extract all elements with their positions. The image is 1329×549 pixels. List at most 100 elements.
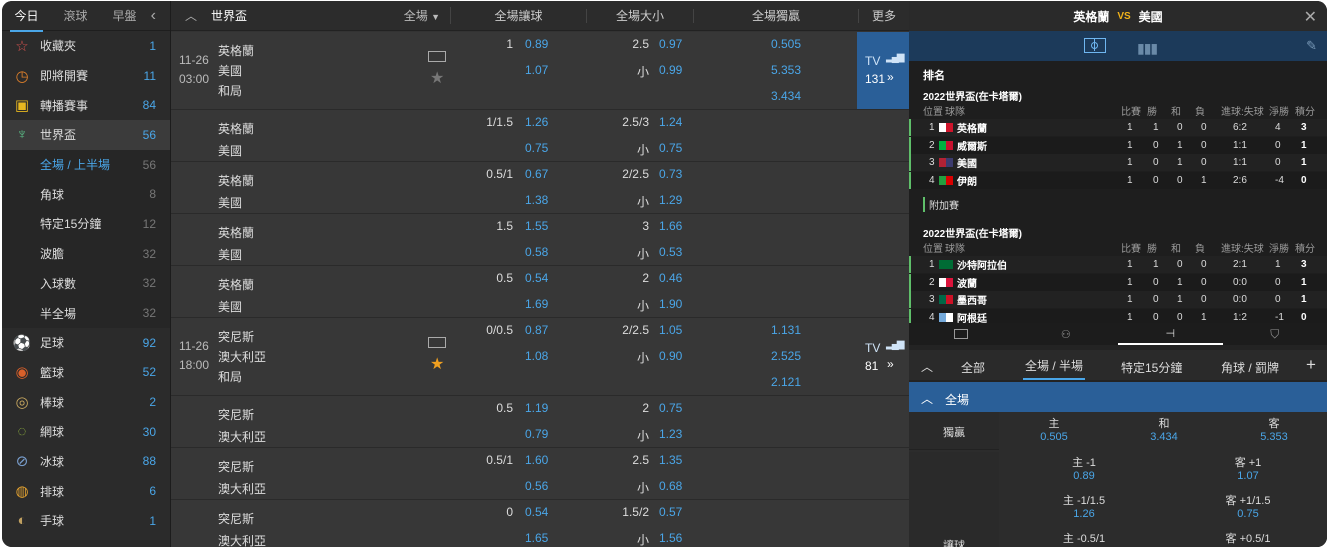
standings-row[interactable]: 3 美國 1 0 1 0 1:1 0 1 xyxy=(909,154,1327,171)
handicap-home-odds[interactable]: 1.26 xyxy=(525,115,548,129)
section-fulltime[interactable]: ︿ 全場 xyxy=(909,382,1327,412)
tab-today[interactable]: 今日 xyxy=(2,7,51,32)
sidebar-item[interactable]: ♆ 世界盃 56 xyxy=(2,120,170,150)
standings-row[interactable]: 2 威爾斯 1 0 1 0 1:1 0 1 xyxy=(909,136,1327,154)
under-odds[interactable]: 1.90 xyxy=(659,297,682,311)
standings-row[interactable]: 3 墨西哥 1 0 1 0 0:0 0 1 xyxy=(909,291,1327,308)
pin-icon[interactable]: ✎ xyxy=(1306,38,1317,54)
over-odds[interactable]: 1.05 xyxy=(659,323,682,337)
under-odds[interactable]: 0.99 xyxy=(659,63,682,77)
over-odds[interactable]: 1.66 xyxy=(659,219,682,233)
sidebar-sport[interactable]: ◍ 排球 6 xyxy=(2,476,170,506)
collapse-sidebar-icon[interactable]: ‹ xyxy=(151,7,156,25)
handicap-away-odds[interactable]: 1.08 xyxy=(525,349,548,363)
handicap-away-odds[interactable]: 1.65 xyxy=(525,531,548,545)
under-odds[interactable]: 0.68 xyxy=(659,479,682,493)
standings-row[interactable]: 1 沙特阿拉伯 1 1 0 0 2:1 1 3 xyxy=(909,256,1327,273)
win-draw[interactable]: 2.121 xyxy=(771,375,801,389)
standings-row[interactable]: 4 伊朗 1 0 0 1 2:6 -4 0 xyxy=(909,171,1327,189)
favorite-star-icon[interactable]: ★ xyxy=(430,354,444,374)
field-icon[interactable] xyxy=(428,337,446,348)
handicap-home-odds[interactable]: 1.55 xyxy=(525,219,548,233)
sidebar-sport[interactable]: ◉ 籃球 52 xyxy=(2,358,170,388)
win-away[interactable]: 2.525 xyxy=(771,349,801,363)
tv-more-button[interactable]: TV ▂▄▆ 81 » xyxy=(857,318,909,395)
under-odds[interactable]: 0.90 xyxy=(659,349,682,363)
tab-15min[interactable]: 特定15分鐘 xyxy=(1121,359,1182,376)
over-odds[interactable]: 0.73 xyxy=(659,167,682,181)
hdp-away-cell[interactable]: 客 +1 1.07 xyxy=(1193,454,1303,482)
under-odds[interactable]: 0.53 xyxy=(659,245,682,259)
over-odds[interactable]: 0.57 xyxy=(659,505,682,519)
lineup-tab-icon[interactable]: ⚇ xyxy=(1014,323,1119,345)
favorite-star-icon[interactable]: ★ xyxy=(430,68,444,88)
market-filter-dropdown[interactable]: 全場 ▼ xyxy=(391,7,451,24)
sidebar-subitem[interactable]: 半全場 32 xyxy=(2,298,170,328)
odds-tab-icon[interactable]: ⊣ xyxy=(1118,323,1223,345)
field-icon[interactable] xyxy=(428,51,446,62)
sidebar-sport[interactable]: ◎ 棒球 2 xyxy=(2,387,170,417)
sidebar-subitem[interactable]: 全場 / 上半場 56 xyxy=(2,149,170,180)
tab-live[interactable]: 滾球 xyxy=(51,7,100,24)
win-away[interactable]: 5.353 xyxy=(771,63,801,77)
standings-row[interactable]: 2 波蘭 1 0 1 0 0:0 0 1 xyxy=(909,273,1327,291)
handicap-away-odds[interactable]: 0.79 xyxy=(525,427,548,441)
handicap-away-odds[interactable]: 1.69 xyxy=(525,297,548,311)
handicap-home-odds[interactable]: 0.67 xyxy=(525,167,548,181)
sidebar-subitem[interactable]: 特定15分鐘 12 xyxy=(2,209,170,239)
hdp-away-cell[interactable]: 客 +0.5/11.38 xyxy=(1193,530,1303,547)
over-odds[interactable]: 1.35 xyxy=(659,453,682,467)
handicap-home-odds[interactable]: 0.87 xyxy=(525,323,548,337)
tab-all[interactable]: 全部 xyxy=(961,359,985,376)
shirt-tab-icon[interactable]: ⛉ xyxy=(1223,323,1328,345)
tab-full-half[interactable]: 全場 / 半場 xyxy=(1023,357,1086,380)
handicap-away-odds[interactable]: 1.38 xyxy=(525,193,548,207)
handicap-away-odds[interactable]: 0.75 xyxy=(525,141,548,155)
standings-row[interactable]: 1 英格蘭 1 1 0 0 6:2 4 3 xyxy=(909,119,1327,136)
tv-more-button[interactable]: TV ▂▄▆ 131» xyxy=(857,32,909,109)
collapse-league-icon[interactable]: ︿ xyxy=(171,7,211,24)
tab-early[interactable]: 早盤 xyxy=(100,7,149,24)
win-odds-cell[interactable]: 主 0.505 xyxy=(1009,415,1099,443)
tab-corner-card[interactable]: 角球 / 罰牌 xyxy=(1221,359,1279,376)
add-icon[interactable]: + xyxy=(1306,355,1316,375)
close-icon[interactable]: ✕ xyxy=(1304,7,1317,27)
handicap-home-odds[interactable]: 0.89 xyxy=(525,37,548,51)
sidebar-subitem[interactable]: 波膽 32 xyxy=(2,238,170,269)
collapse-markets-icon[interactable]: ︿ xyxy=(921,358,933,375)
over-odds[interactable]: 0.46 xyxy=(659,271,682,285)
hdp-home-cell[interactable]: 主 -1 0.89 xyxy=(1029,454,1139,482)
under-odds[interactable]: 1.56 xyxy=(659,531,682,545)
win-odds-cell[interactable]: 和 3.434 xyxy=(1119,415,1209,443)
under-odds[interactable]: 1.23 xyxy=(659,427,682,441)
sidebar-subitem[interactable]: 角球 8 xyxy=(2,179,170,210)
win-home[interactable]: 1.131 xyxy=(771,323,801,337)
sidebar-subitem[interactable]: 入球數 32 xyxy=(2,268,170,299)
handicap-away-odds[interactable]: 0.56 xyxy=(525,479,548,493)
sidebar-sport[interactable]: ◌ 網球 30 xyxy=(2,417,170,447)
win-draw[interactable]: 3.434 xyxy=(771,89,801,103)
sidebar-sport[interactable]: ◐ 手球 1 xyxy=(2,506,170,536)
stats-icon[interactable]: ▮▮▮ xyxy=(1137,40,1158,57)
under-odds[interactable]: 0.75 xyxy=(659,141,682,155)
handicap-home-odds[interactable]: 1.19 xyxy=(525,401,548,415)
hdp-home-cell[interactable]: 主 -0.5/10.67 xyxy=(1029,530,1139,547)
hdp-home-cell[interactable]: 主 -1/1.5 1.26 xyxy=(1029,492,1139,520)
over-odds[interactable]: 0.97 xyxy=(659,37,682,51)
sidebar-sport[interactable]: ⊘ 冰球 88 xyxy=(2,447,170,477)
field-view-icon[interactable] xyxy=(1084,38,1106,53)
handicap-home-odds[interactable]: 0.54 xyxy=(525,505,548,519)
sidebar-item[interactable]: ▣ 轉播賽事 84 xyxy=(2,90,170,120)
over-odds[interactable]: 0.75 xyxy=(659,401,682,415)
over-odds[interactable]: 1.24 xyxy=(659,115,682,129)
win-home[interactable]: 0.505 xyxy=(771,37,801,51)
handicap-home-odds[interactable]: 0.54 xyxy=(525,271,548,285)
under-odds[interactable]: 1.29 xyxy=(659,193,682,207)
handicap-away-odds[interactable]: 1.07 xyxy=(525,63,548,77)
hdp-away-cell[interactable]: 客 +1/1.5 0.75 xyxy=(1193,492,1303,520)
win-odds-cell[interactable]: 客 5.353 xyxy=(1229,415,1319,443)
handicap-away-odds[interactable]: 0.58 xyxy=(525,245,548,259)
handicap-home-odds[interactable]: 1.60 xyxy=(525,453,548,467)
sidebar-sport[interactable]: ⚽ 足球 92 xyxy=(2,328,170,358)
sidebar-item[interactable]: ◷ 即將開賽 11 xyxy=(2,61,170,91)
